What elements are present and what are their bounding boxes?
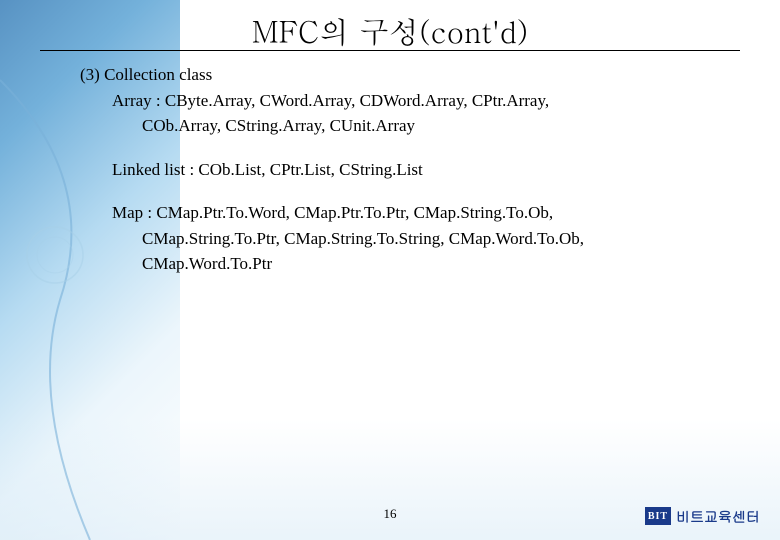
linkedlist-items: COb.List, CPtr.List, CString.List	[198, 160, 422, 179]
footer-logo: BIT 비트교육센터	[645, 506, 760, 526]
section-number: (3)	[80, 65, 100, 84]
map-label: Map :	[112, 203, 152, 222]
linkedlist-line: Linked list : COb.List, CPtr.List, CStri…	[112, 157, 760, 183]
map-items-1: CMap.Ptr.To.Word, CMap.Ptr.To.Ptr, CMap.…	[156, 203, 553, 222]
section-heading-text: Collection class	[104, 65, 212, 84]
array-items-2: COb.Array, CString.Array, CUnit.Array	[142, 113, 760, 139]
array-line: Array : CByte.Array, CWord.Array, CDWord…	[112, 88, 760, 114]
slide-content: (3) Collection class Array : CByte.Array…	[80, 62, 760, 295]
array-items-1: CByte.Array, CWord.Array, CDWord.Array, …	[165, 91, 549, 110]
logo-text: 비트교육센터	[676, 506, 760, 526]
section-heading: (3) Collection class	[80, 62, 760, 88]
logo-box: BIT	[645, 507, 671, 525]
map-items-2: CMap.String.To.Ptr, CMap.String.To.Strin…	[142, 226, 760, 252]
map-line-1: Map : CMap.Ptr.To.Word, CMap.Ptr.To.Ptr,…	[112, 200, 760, 226]
array-label: Array :	[112, 91, 161, 110]
slide-title: MFC의 구성(cont'd)	[0, 10, 780, 52]
map-items-3: CMap.Word.To.Ptr	[142, 251, 760, 277]
linkedlist-label: Linked list :	[112, 160, 194, 179]
title-underline	[40, 50, 740, 51]
